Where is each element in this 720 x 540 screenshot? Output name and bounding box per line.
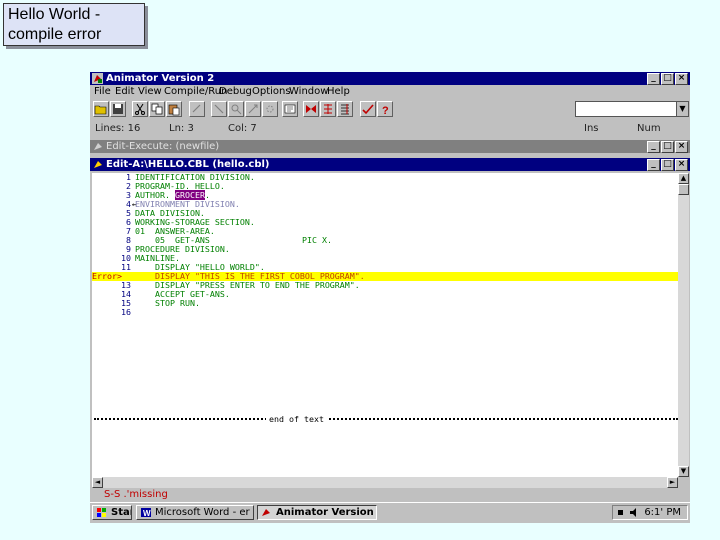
svg-text:?: ? [382, 105, 389, 116]
scroll-thumb[interactable] [678, 184, 689, 195]
word-icon: W [141, 508, 151, 518]
slide-title: Hello World - compile error [3, 3, 145, 46]
system-tray: 6:1' PM [612, 505, 688, 520]
task-animator-label: Animator Version 2 [276, 507, 377, 518]
menu-file[interactable]: File [94, 86, 111, 97]
clock: 6:1' PM [644, 507, 681, 518]
animator-icon [262, 509, 270, 516]
help-icon[interactable]: ? [377, 101, 393, 117]
execute-window-titlebar[interactable]: Edit-Execute: (newfile) _ □ × [90, 140, 690, 153]
paste-icon[interactable] [166, 101, 182, 117]
open-icon[interactable] [93, 101, 109, 117]
window-icon [94, 161, 102, 168]
status-line: Lines: 16 Ln: 3 Col: 7 Ins Num [90, 122, 690, 136]
menu-window[interactable]: Window [289, 86, 328, 97]
window-icon [94, 143, 102, 150]
scroll-right-icon[interactable]: ► [667, 477, 678, 488]
taskbar: Start W Microsoft Word - er 2.do... Anim… [90, 502, 690, 523]
close-icon[interactable]: × [675, 159, 688, 171]
go-icon[interactable] [245, 101, 261, 117]
cursor-col: Col: 7 [228, 123, 257, 134]
edit-window-title: Edit-A:\HELLO.CBL (hello.cbl) [106, 159, 270, 170]
app-icon [92, 73, 103, 84]
cursor-line: Ln: 3 [169, 123, 194, 134]
network-icon[interactable] [617, 507, 628, 518]
end-of-text-label: end of text [266, 414, 327, 424]
close-icon[interactable]: × [675, 73, 688, 85]
save-icon[interactable] [110, 101, 126, 117]
copy-icon[interactable] [149, 101, 165, 117]
task-word[interactable]: W Microsoft Word - er 2.do... [136, 505, 254, 520]
breakpoint-icon[interactable] [303, 101, 319, 117]
menu-edit[interactable]: Edit [115, 86, 134, 97]
menubar: File Edit View Compile/Run Debug Options… [90, 85, 690, 98]
minimize-icon[interactable]: _ [647, 73, 660, 85]
task-word-label: Microsoft Word - er 2.do... [155, 507, 253, 518]
menu-compile-run[interactable]: Compile/Run [164, 86, 227, 97]
maximize-icon[interactable]: □ [661, 159, 674, 171]
code-line[interactable]: 16 [92, 308, 678, 317]
menu-options[interactable]: Options [252, 86, 291, 97]
step-icon[interactable] [211, 101, 227, 117]
chevron-down-icon[interactable]: ▼ [676, 102, 688, 116]
numlock-indicator: Num [637, 123, 661, 134]
code-line[interactable]: 15 STOP RUN. [92, 299, 678, 308]
scroll-down-icon[interactable]: ▼ [678, 466, 689, 477]
menu-debug[interactable]: Debug [219, 86, 252, 97]
task-animator[interactable]: Animator Version 2 [257, 505, 377, 520]
start-button[interactable]: Start [92, 505, 132, 520]
speaker-icon[interactable] [629, 507, 640, 518]
menu-help[interactable]: Help [327, 86, 350, 97]
undo-icon[interactable] [189, 101, 205, 117]
insert-mode: Ins [584, 123, 599, 134]
maximize-icon[interactable]: □ [661, 141, 674, 153]
minimize-icon[interactable]: _ [647, 159, 660, 171]
close-icon[interactable]: × [675, 141, 688, 153]
cut-icon[interactable] [132, 101, 148, 117]
code-listing: 1 IDENTIFICATION DIVISION. 2 PROGRAM-ID. HE… [92, 173, 678, 317]
lines-count: Lines: 16 [95, 123, 141, 134]
vertical-scrollbar[interactable]: ▲ ▼ [678, 173, 689, 477]
start-label: Start [111, 507, 131, 518]
code-text: STOP RUN. [135, 299, 200, 308]
animate-icon[interactable] [262, 101, 278, 117]
window-title: Animator Version 2 [106, 73, 215, 84]
run-icon[interactable] [320, 101, 336, 117]
menu-view[interactable]: View [138, 86, 162, 97]
minimize-icon[interactable]: _ [647, 141, 660, 153]
edit-window-titlebar[interactable]: Edit-A:\HELLO.CBL (hello.cbl) _ □ × [90, 158, 690, 171]
code-editor[interactable]: 1 IDENTIFICATION DIVISION. 2 PROGRAM-ID. HE… [92, 173, 678, 477]
scroll-up-icon[interactable]: ▲ [678, 173, 689, 184]
pic-clause: PIC X. [302, 235, 332, 245]
line-number: 16 [121, 307, 131, 317]
code-segment: STOP RUN. [135, 298, 200, 308]
zoom-icon[interactable] [228, 101, 244, 117]
window-titlebar[interactable]: Animator Version 2 _ □ × [90, 72, 690, 85]
maximize-icon[interactable]: □ [661, 73, 674, 85]
horizontal-scrollbar[interactable]: ◄ ► [92, 477, 678, 488]
step-over-icon[interactable] [337, 101, 353, 117]
animator-window: Animator Version 2 _ □ × File Edit View … [90, 72, 690, 523]
scroll-left-icon[interactable]: ◄ [92, 477, 103, 488]
windows-logo-icon [97, 508, 106, 517]
toolbar-combo[interactable]: ▼ [575, 101, 689, 117]
execute-window-title: Edit-Execute: (newfile) [106, 141, 220, 152]
error-message: S-S .'missing [104, 489, 168, 500]
svg-text:W: W [143, 509, 151, 518]
check-icon[interactable] [360, 101, 376, 117]
end-of-text-marker: end of text [94, 414, 678, 424]
reset-icon[interactable] [282, 101, 298, 117]
